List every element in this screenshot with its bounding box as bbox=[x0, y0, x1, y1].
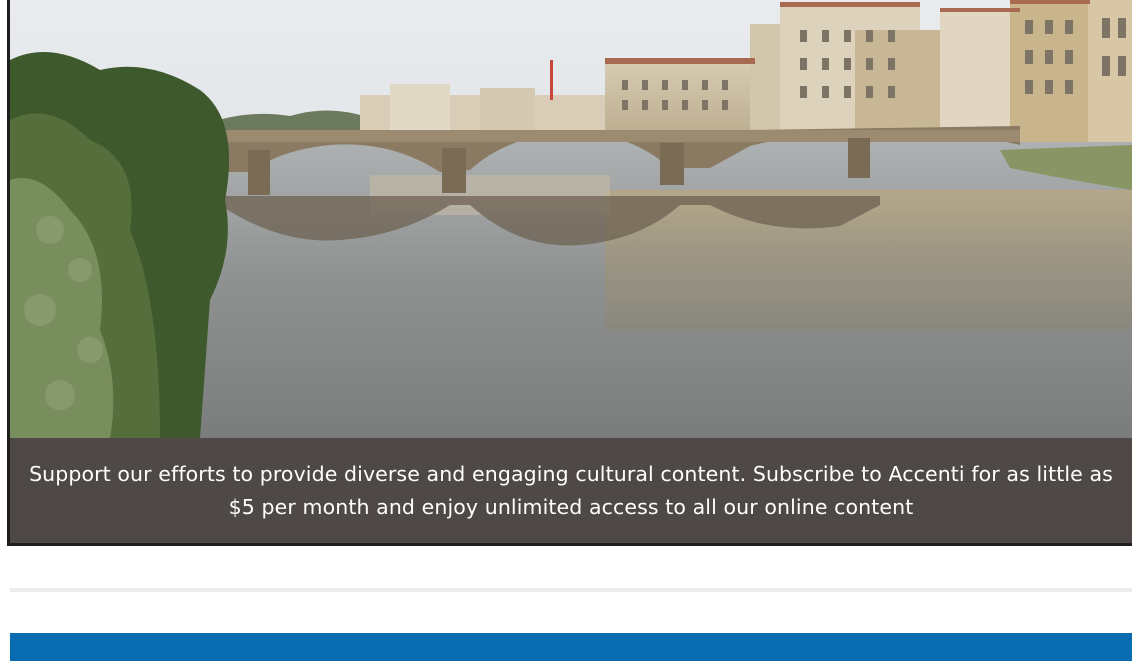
section-divider bbox=[10, 588, 1132, 592]
subscription-promo-card[interactable]: Support our efforts to provide diverse a… bbox=[7, 0, 1132, 546]
subscription-caption[interactable]: Support our efforts to provide diverse a… bbox=[10, 438, 1132, 543]
blue-footer-band bbox=[10, 633, 1132, 661]
hero-image[interactable] bbox=[10, 0, 1132, 438]
subscribe-link[interactable]: Support our efforts to provide diverse a… bbox=[28, 458, 1114, 524]
bridge-river-photo bbox=[10, 0, 1132, 438]
